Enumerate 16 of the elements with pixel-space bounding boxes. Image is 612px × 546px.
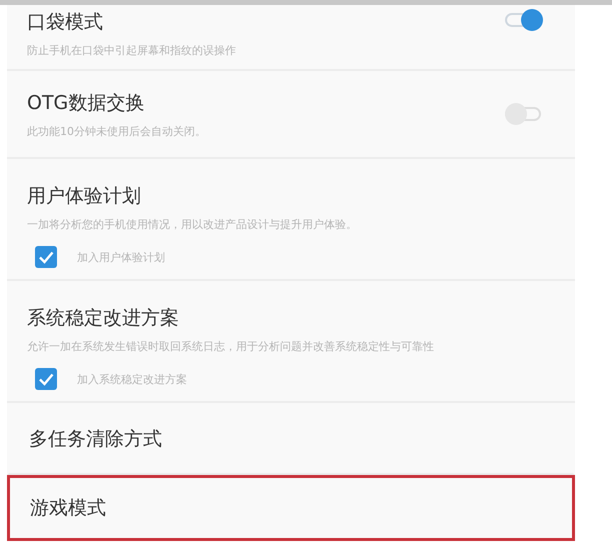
setting-title: 口袋模式 — [27, 10, 103, 35]
checkbox[interactable] — [35, 368, 57, 390]
checkbox-label: 加入系统稳定改进方案 — [77, 372, 187, 386]
setting-title: 用户体验计划 — [27, 184, 141, 209]
checkbox[interactable] — [35, 246, 57, 268]
checkbox-label: 加入用户体验计划 — [77, 250, 165, 264]
setting-title: OTG数据交换 — [27, 90, 144, 116]
toggle-switch[interactable] — [505, 103, 543, 125]
setting-description: 一加将分析您的手机使用情况，用以改进产品设计与提升用户体验。 — [27, 217, 357, 232]
menu-item[interactable]: 多任务清除方式 — [7, 403, 575, 475]
setting-title: 系统稳定改进方案 — [27, 306, 179, 331]
setting-description: 允许一加在系统发生错误时取回系统日志，用于分析问题并改善系统稳定性与可靠性 — [27, 339, 434, 354]
setting-description: 防止手机在口袋中引起屏幕和指纹的误操作 — [27, 43, 236, 58]
setting-description: 此功能10分钟未使用后会自动关闭。 — [27, 124, 206, 138]
menu-item[interactable]: 游戏模式 — [7, 475, 575, 541]
toggle-switch[interactable] — [505, 9, 543, 31]
